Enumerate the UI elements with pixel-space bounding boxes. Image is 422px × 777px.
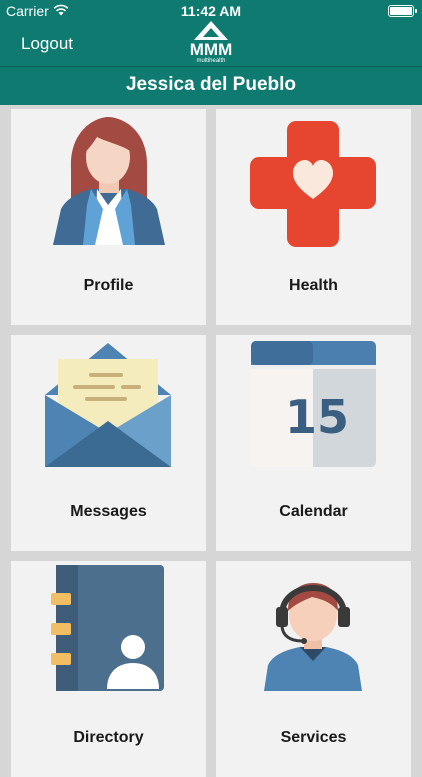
tile-label: Directory — [73, 729, 144, 746]
logout-button[interactable]: Logout — [21, 34, 73, 54]
top-header: Carrier 11:42 AM Logout MMM multihealth … — [0, 0, 422, 105]
tile-label: Profile — [83, 277, 134, 294]
status-time: 11:42 AM — [180, 3, 242, 19]
tile-label: Health — [289, 277, 338, 294]
status-bar: Carrier 11:42 AM — [0, 0, 422, 22]
user-name: Jessica del Pueblo — [125, 74, 297, 95]
logo-subtext: multihealth — [196, 58, 226, 64]
tile-calendar[interactable]: 15 Calendar — [216, 335, 411, 551]
menu-grid: Profile Health Messages 15 Calendar Dire… — [0, 105, 422, 777]
tile-services[interactable]: Services — [216, 561, 411, 777]
battery-icon — [388, 5, 417, 17]
tile-messages[interactable]: Messages — [11, 335, 206, 551]
tile-label: Services — [280, 729, 347, 746]
tile-health[interactable]: Health — [216, 109, 411, 325]
header-divider — [0, 66, 422, 67]
messages-icon — [45, 343, 171, 467]
calendar-day: 15 — [285, 390, 349, 444]
tile-directory[interactable]: Directory — [11, 561, 206, 777]
logo-mountain-icon — [194, 21, 228, 40]
tile-label: Calendar — [279, 503, 348, 520]
app-logo: MMM multihealth — [186, 20, 236, 66]
directory-icon — [51, 565, 164, 691]
services-icon — [264, 583, 362, 691]
calendar-icon: 15 — [251, 341, 376, 467]
logo-text: MMM — [189, 40, 233, 59]
health-icon — [250, 121, 376, 247]
profile-icon — [53, 117, 165, 245]
tile-label: Messages — [70, 503, 147, 520]
tile-profile[interactable]: Profile — [11, 109, 206, 325]
